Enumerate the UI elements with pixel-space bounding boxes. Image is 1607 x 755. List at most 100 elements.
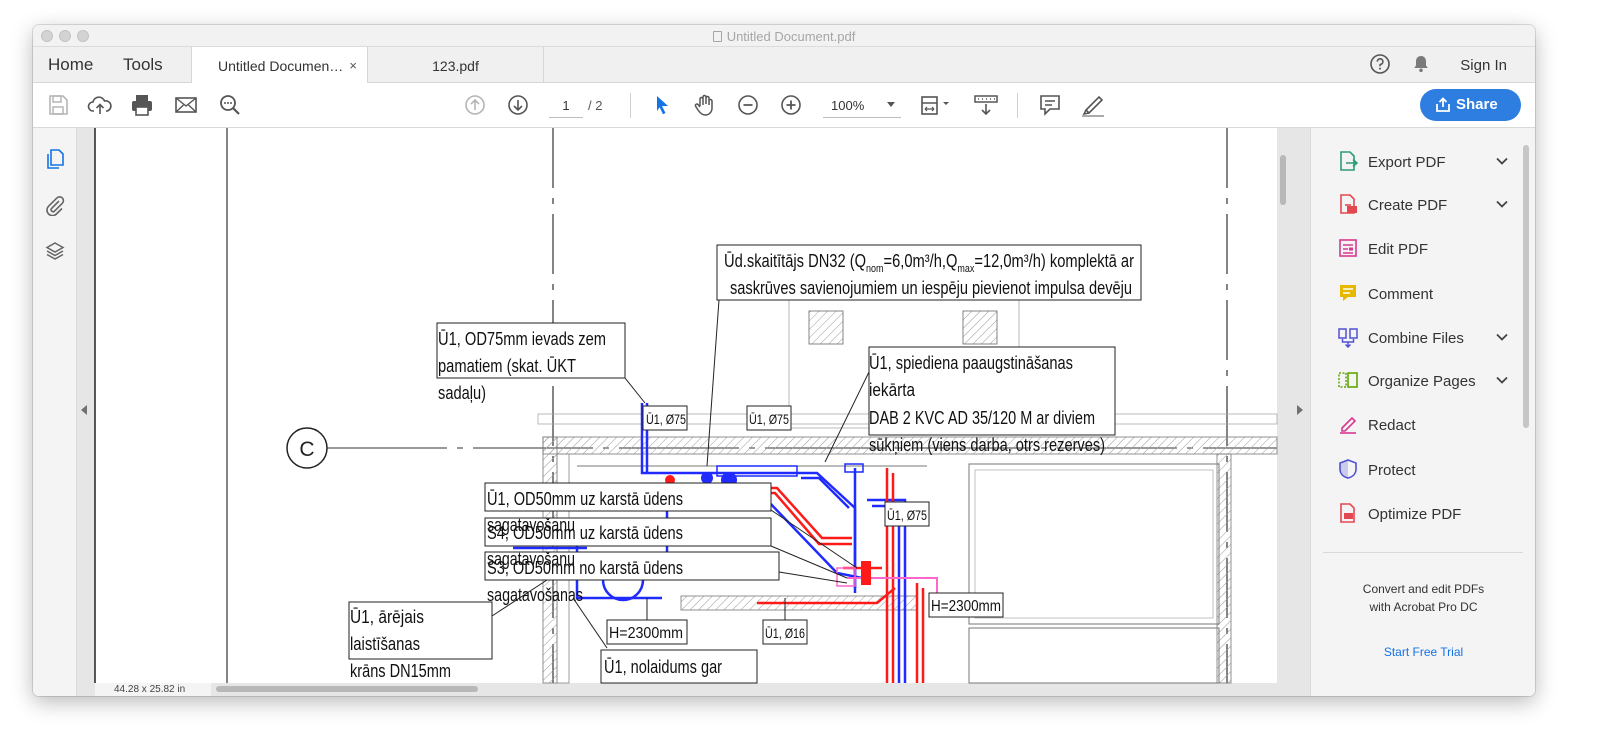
export-pdf-icon [1340, 151, 1359, 171]
print-icon[interactable] [129, 92, 155, 118]
panel-divider [1323, 552, 1523, 553]
pipe-size-label: Ū1, Ø16 [765, 625, 805, 641]
tool-optimize-pdf[interactable]: Optimize PDF [1333, 497, 1513, 531]
tab-bar: Home Tools Untitled Documen… × 123.pdf S… [33, 47, 1535, 84]
axis-marker-c: C [286, 427, 328, 469]
tool-label: Optimize PDF [1368, 506, 1462, 523]
page-thumbnails-icon[interactable] [44, 148, 66, 170]
comment-icon[interactable] [1037, 92, 1063, 118]
chevron-down-icon[interactable] [1495, 197, 1509, 211]
next-page-icon[interactable] [505, 92, 531, 118]
tap-label-2: laistīšanas [350, 634, 420, 654]
inlet-label-2: pamatiem (skat. ŪKT [438, 356, 576, 376]
meter-label-sub-max: max [957, 263, 974, 275]
tool-redact[interactable]: Redact [1333, 408, 1513, 442]
inlet-label-3: sadaļu) [438, 383, 486, 403]
tab-home[interactable]: Home [48, 55, 93, 75]
tab-untitled-document[interactable]: Untitled Documen… × [191, 47, 368, 84]
tool-combine-files[interactable]: Combine Files [1333, 321, 1513, 355]
chevron-down-icon[interactable] [1495, 373, 1509, 387]
chevron-down-icon[interactable] [1495, 330, 1509, 344]
tool-comment[interactable]: Comment [1333, 277, 1513, 311]
chevron-down-icon [887, 102, 895, 107]
drain-label: Ū1, nolaidums gar [604, 657, 722, 677]
share-button[interactable]: Share [1420, 89, 1521, 121]
organize-pages-icon [1338, 372, 1358, 388]
edit-pdf-icon [1339, 239, 1357, 257]
redact-icon [1340, 416, 1357, 434]
pipe-size-label: Ū1, Ø75 [749, 411, 789, 427]
pump-label-2: iekārta [869, 380, 916, 400]
tab-tools[interactable]: Tools [123, 55, 163, 75]
create-pdf-icon [1340, 194, 1357, 214]
document-horizontal-scrollbar[interactable] [216, 686, 478, 692]
zoom-out-icon[interactable] [735, 92, 761, 118]
document-vertical-scrollbar[interactable] [1280, 155, 1286, 205]
hand-tool-icon[interactable] [692, 92, 718, 118]
tab-divider [543, 47, 544, 83]
hot-water-label-b1: S4, OD50mm uz karstā ūdens [487, 523, 683, 543]
title-bar: Untitled Document.pdf [33, 25, 1535, 47]
chevron-down-icon[interactable] [1495, 154, 1509, 168]
save-icon[interactable] [45, 92, 71, 118]
tool-label: Organize Pages [1368, 373, 1476, 390]
tool-organize-pages[interactable]: Organize Pages [1333, 364, 1513, 398]
tool-label: Export PDF [1368, 154, 1446, 171]
previous-page-icon[interactable] [462, 92, 488, 118]
share-icon [1436, 97, 1450, 112]
notifications-bell-icon[interactable] [1410, 53, 1432, 75]
page-fit-icon[interactable] [919, 92, 953, 118]
email-icon[interactable] [173, 92, 199, 118]
tool-export-pdf[interactable]: Export PDF [1333, 145, 1513, 179]
tool-create-pdf[interactable]: Create PDF [1333, 188, 1513, 222]
window-title-text: Untitled Document.pdf [726, 29, 856, 44]
acrobat-window: Untitled Document.pdf Home Tools Untitle… [33, 25, 1535, 696]
tool-protect[interactable]: Protect [1333, 453, 1513, 487]
promo-line: Convert and edit PDFs [1362, 582, 1485, 596]
help-icon[interactable] [1369, 53, 1391, 75]
height-label: H=2300mm [931, 598, 1001, 615]
tap-label-3: krāns DN15mm [350, 661, 451, 681]
document-viewport[interactable]: C Ūd.skaitītājs DN32 (Qnom=6,0m³/h,Qmax=… [77, 128, 1310, 696]
scroll-mode-icon[interactable] [973, 92, 999, 118]
sign-in-link[interactable]: Sign In [1460, 57, 1507, 74]
tab-123-pdf[interactable]: 123.pdf [368, 47, 543, 83]
search-icon[interactable] [217, 92, 243, 118]
pump-label-1: Ū1, spiediena paaugstināšanas [869, 353, 1073, 373]
upload-cloud-icon[interactable] [87, 92, 113, 118]
start-free-trial-link[interactable]: Start Free Trial [1311, 645, 1535, 659]
combine-files-icon [1338, 328, 1358, 348]
layers-icon[interactable] [44, 240, 66, 262]
zoom-in-icon[interactable] [778, 92, 804, 118]
pipe-size-label: Ū1, Ø75 [887, 507, 927, 523]
meter-label-sub-nom: nom [866, 263, 883, 275]
hot-water-label-c1: S3, OD50mm no karstā ūdens [487, 558, 683, 578]
promo-text: Convert and edit PDFs with Acrobat Pro D… [1311, 580, 1535, 616]
collapse-right-panel-arrow[interactable] [1297, 405, 1303, 415]
collapse-left-panel-arrow[interactable] [81, 405, 87, 415]
tab-label: Untitled Documen… [218, 58, 344, 74]
hot-water-label-a1: Ū1, OD50mm uz karstā ūdens [487, 489, 683, 509]
optimize-pdf-icon [1340, 503, 1355, 523]
pump-label-3: DAB 2 KVC AD 35/120 M ar diviem [869, 408, 1095, 428]
close-tab-icon[interactable]: × [349, 58, 357, 73]
toolbar-divider [1017, 93, 1018, 118]
pump-label-4: sūkņiem (viens darba, otrs rezerves) [869, 435, 1105, 455]
page-total: / 2 [588, 98, 603, 113]
comment-icon [1340, 285, 1356, 301]
meter-label-b: =6,0m³/h,Q [884, 251, 958, 271]
tools-panel-scrollbar[interactable] [1523, 145, 1529, 428]
attachments-paperclip-icon[interactable] [44, 194, 66, 216]
select-cursor-icon[interactable] [649, 92, 675, 118]
tool-edit-pdf[interactable]: Edit PDF [1333, 232, 1513, 266]
inlet-label-1: Ū1, OD75mm ievads zem [438, 329, 606, 349]
tool-label: Comment [1368, 286, 1434, 303]
page-number-input[interactable]: 1 [549, 93, 583, 118]
zoom-level-dropdown[interactable]: 100% [823, 93, 901, 118]
pipe-size-label: Ū1, Ø75 [646, 411, 686, 427]
tool-label: Edit PDF [1368, 241, 1429, 258]
hot-water-label-c2: sagatavošanas [487, 585, 583, 605]
highlight-pen-icon[interactable] [1080, 92, 1106, 118]
meter-label-line2: saskrūves savienojumiem un iespēju pievi… [730, 278, 1132, 298]
tool-label: Combine Files [1368, 330, 1464, 347]
